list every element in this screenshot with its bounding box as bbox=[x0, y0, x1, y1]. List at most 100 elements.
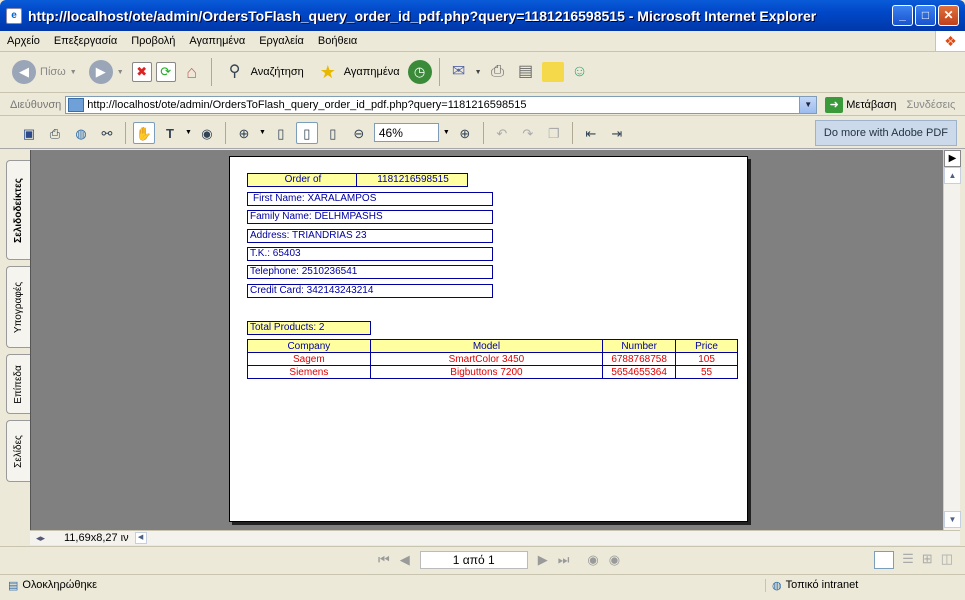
first-page-icon[interactable]: ⏮ bbox=[378, 552, 390, 568]
table-row: Siemens Bigbuttons 7200 5654655364 55 bbox=[247, 365, 738, 379]
history-icon[interactable]: ◷ bbox=[407, 60, 432, 84]
previous-view-icon[interactable]: ⇤ bbox=[580, 122, 602, 144]
star-icon: ★ bbox=[319, 62, 336, 82]
hand-tool-icon[interactable]: ✋ bbox=[133, 121, 155, 144]
maximize-button[interactable]: □ bbox=[915, 5, 936, 26]
links-button[interactable]: Συνδέσεις bbox=[906, 99, 955, 111]
edit-icon[interactable]: ▤ bbox=[514, 60, 538, 84]
continuous-layout-icon[interactable]: ☰ bbox=[902, 551, 914, 569]
copy-icon[interactable]: ❐ bbox=[543, 122, 565, 144]
ie-icon: e bbox=[6, 7, 22, 24]
page-size-toggle-icon[interactable]: ◂▸ bbox=[36, 533, 45, 544]
save-icon[interactable]: ▣ bbox=[18, 122, 40, 144]
menu-file[interactable]: Αρχείο bbox=[0, 35, 47, 47]
zoom-in-icon[interactable]: ⊕ bbox=[454, 122, 476, 144]
search-button[interactable]: ⚲ Αναζήτηση bbox=[219, 58, 308, 86]
zoom-input[interactable]: 46% bbox=[373, 123, 439, 142]
tab-pages[interactable]: Σελίδες bbox=[6, 420, 30, 482]
snapshot-icon[interactable]: ◉ bbox=[196, 122, 218, 144]
mail-icon[interactable]: ✉ bbox=[447, 60, 471, 84]
messenger-icon[interactable]: ☺ bbox=[568, 60, 592, 84]
document-viewer[interactable]: Order of 1181216598515 First Name: XARAL… bbox=[30, 150, 943, 530]
next-view-icon[interactable]: ⇥ bbox=[606, 122, 628, 144]
favorites-label: Αγαπημένα bbox=[343, 66, 400, 78]
number-cell: 6788768758 bbox=[602, 352, 677, 366]
page-status-icon: ▤ bbox=[8, 579, 19, 592]
zoom-value: 46% bbox=[378, 125, 403, 140]
close-button[interactable]: ✕ bbox=[938, 5, 959, 26]
address-dropdown-icon[interactable]: ▼ bbox=[799, 96, 817, 113]
order-id: 1181216598515 bbox=[356, 173, 468, 187]
back-dropdown-icon[interactable]: ▼ bbox=[70, 69, 77, 76]
zoom-out-icon[interactable]: ⊖ bbox=[348, 122, 370, 144]
select-dropdown-icon[interactable]: ▼ bbox=[185, 129, 192, 136]
fit-page-icon[interactable]: ▯ bbox=[295, 121, 318, 144]
forward-button[interactable]: ▶ ▼ bbox=[85, 58, 128, 86]
browser-toolbar: ◀ Πίσω ▼ ▶ ▼ ✖ ⟳ ⌂ ⚲ Αναζήτηση ★ Αγαπημέ… bbox=[0, 52, 965, 93]
tab-bookmarks[interactable]: Σελιδοδείκτες bbox=[6, 160, 30, 260]
tab-layers-label: Επίπεδα bbox=[13, 364, 24, 404]
credit-card-field: Credit Card: 342143243214 bbox=[247, 284, 493, 298]
address-input[interactable]: http://localhost/ote/admin/OrdersToFlash… bbox=[65, 95, 818, 114]
scroll-down-icon[interactable]: ▼ bbox=[944, 511, 961, 528]
mail-dropdown-icon[interactable]: ▼ bbox=[475, 69, 482, 76]
tab-layers[interactable]: Επίπεδα bbox=[6, 354, 30, 414]
previous-page-icon[interactable]: ◀ bbox=[400, 552, 410, 568]
column-header: Model bbox=[369, 339, 604, 353]
vertical-scrollbar[interactable]: ▶ ▲ ▼ bbox=[943, 150, 961, 530]
rotate-left-icon[interactable]: ↶ bbox=[491, 122, 513, 144]
home-icon[interactable]: ⌂ bbox=[180, 60, 204, 84]
page-number-input[interactable]: 1 από 1 bbox=[419, 550, 528, 569]
next-view-circle-icon[interactable]: ◉ bbox=[609, 552, 620, 568]
find-icon[interactable]: ⚯ bbox=[96, 122, 118, 144]
zoom-in-tool-icon[interactable]: ⊕ bbox=[233, 122, 255, 144]
forward-dropdown-icon[interactable]: ▼ bbox=[117, 69, 124, 76]
zoom-dropdown-icon[interactable]: ▼ bbox=[443, 129, 450, 136]
next-page-icon[interactable]: ▶ bbox=[538, 552, 548, 568]
actual-size-icon[interactable]: ▯ bbox=[270, 122, 292, 144]
print-icon[interactable]: ⎙ bbox=[44, 122, 66, 144]
navigation-pane-tabs: Σελιδοδείκτες Υπογραφές Επίπεδα Σελίδες bbox=[6, 150, 30, 545]
single-page-layout-icon[interactable] bbox=[874, 550, 895, 569]
zone-text: Τοπικό intranet bbox=[785, 579, 859, 591]
last-page-icon[interactable]: ⏭ bbox=[558, 552, 570, 568]
products-table: Company Model Number Price Sagem SmartCo… bbox=[247, 339, 738, 379]
menu-tools[interactable]: Εργαλεία bbox=[252, 35, 311, 47]
continuous-facing-layout-icon[interactable]: ◫ bbox=[941, 551, 953, 569]
pane-expand-icon[interactable]: ▶ bbox=[944, 150, 961, 167]
intranet-icon: ◍ bbox=[772, 579, 782, 592]
select-text-icon[interactable]: T bbox=[159, 122, 181, 144]
previous-view-circle-icon[interactable]: ◉ bbox=[587, 552, 598, 568]
menu-view[interactable]: Προβολή bbox=[124, 35, 182, 47]
rotate-right-icon[interactable]: ↷ bbox=[517, 122, 539, 144]
menu-edit[interactable]: Επεξεργασία bbox=[47, 35, 124, 47]
refresh-icon[interactable]: ⟳ bbox=[155, 62, 176, 82]
tab-signatures[interactable]: Υπογραφές bbox=[6, 266, 30, 348]
favorites-button[interactable]: ★ Αγαπημένα bbox=[312, 58, 404, 86]
page-indicator: 1 από 1 bbox=[452, 552, 495, 567]
print-icon[interactable]: ⎙ bbox=[486, 60, 510, 84]
note-icon[interactable] bbox=[541, 62, 564, 82]
facing-layout-icon[interactable]: ⊞ bbox=[922, 551, 933, 569]
menu-favorites[interactable]: Αγαπημένα bbox=[182, 35, 252, 47]
email-icon[interactable]: ◍ bbox=[70, 122, 92, 144]
go-button[interactable]: ➜ Μετάβαση bbox=[821, 96, 900, 113]
stop-icon[interactable]: ✖ bbox=[131, 62, 152, 82]
horizontal-scrollbar[interactable]: ◂▸ 11,69x8,27 ιν ◀ bbox=[30, 530, 960, 545]
menu-help[interactable]: Βοήθεια bbox=[311, 35, 364, 47]
page-layout-controls: ☰ ⊞ ◫ bbox=[874, 550, 953, 569]
status-bar: ▤ Ολοκληρώθηκε ◍ Τοπικό intranet bbox=[0, 574, 965, 595]
scroll-left-icon[interactable]: ◀ bbox=[134, 532, 147, 544]
tab-pages-label: Σελίδες bbox=[13, 434, 24, 468]
column-header: Number bbox=[602, 339, 677, 353]
scroll-up-icon[interactable]: ▲ bbox=[944, 167, 961, 184]
back-button[interactable]: ◀ Πίσω ▼ bbox=[8, 58, 81, 86]
adobe-pdf-button[interactable]: Do more with Adobe PDF bbox=[814, 119, 957, 146]
search-icon: ⚲ bbox=[228, 63, 241, 80]
zoom-tool-dropdown-icon[interactable]: ▼ bbox=[259, 129, 266, 136]
title-bar: e http://localhost/ote/admin/OrdersToFla… bbox=[0, 0, 965, 31]
minimize-button[interactable]: _ bbox=[892, 5, 913, 26]
toolbar-separator bbox=[224, 121, 226, 144]
fit-width-icon[interactable]: ▯ bbox=[322, 122, 344, 144]
address-url[interactable]: http://localhost/ote/admin/OrdersToFlash… bbox=[87, 99, 799, 111]
